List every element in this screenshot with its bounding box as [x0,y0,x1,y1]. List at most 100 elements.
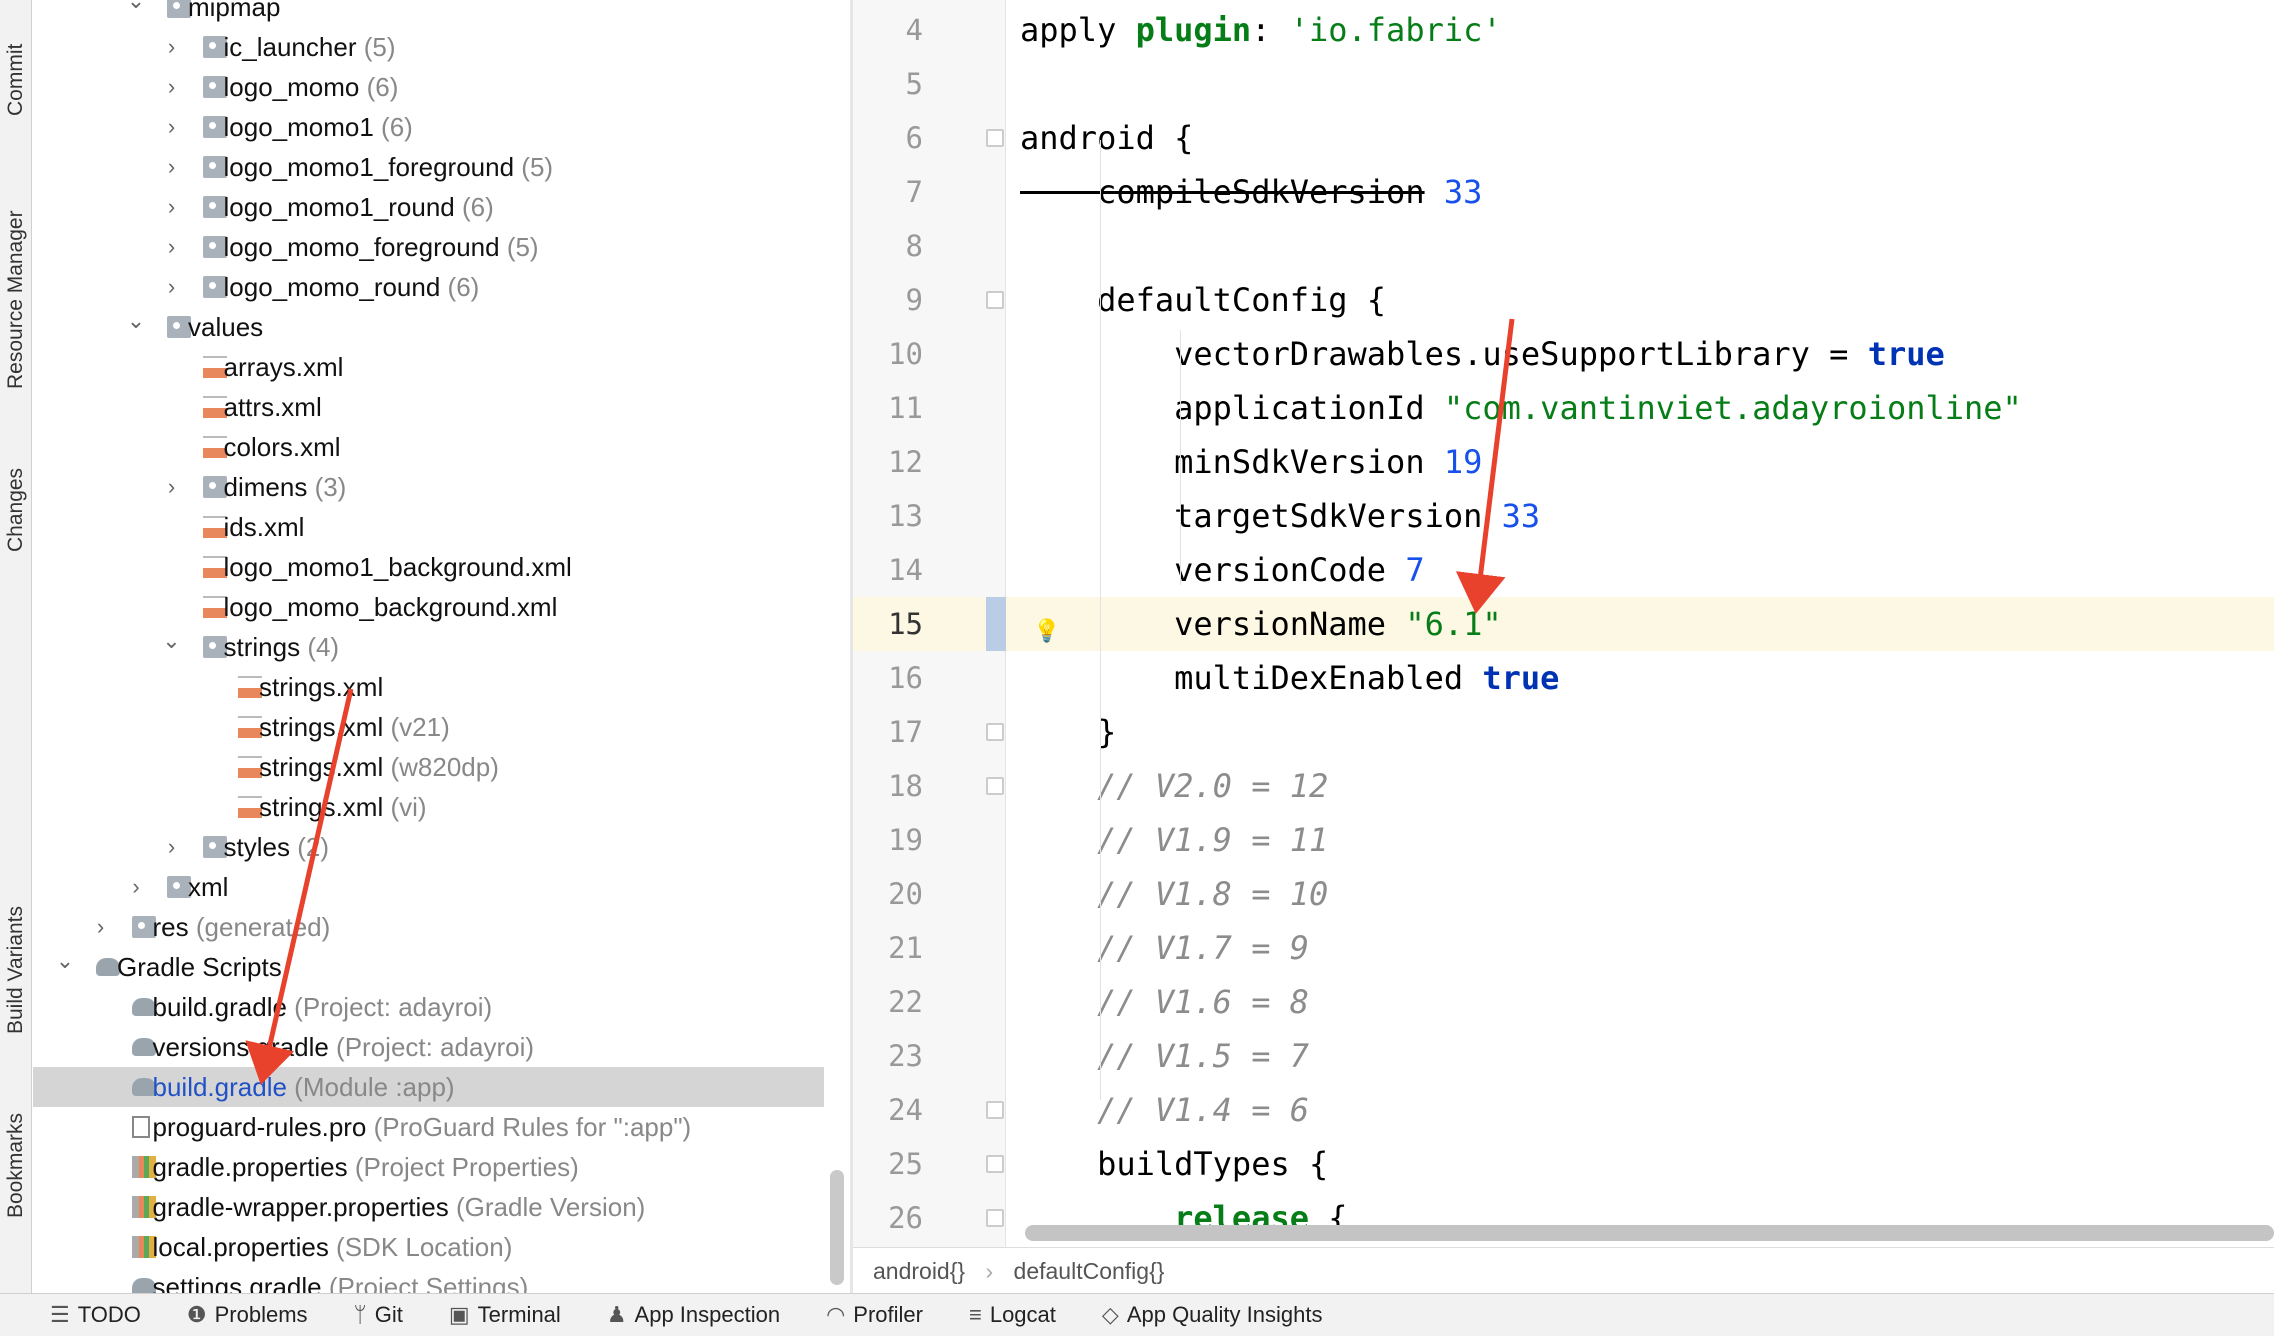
tree-item[interactable]: strings.xml [33,667,824,707]
code-line[interactable]: 18 // V2.0 = 12 [853,759,2274,813]
code-line[interactable]: 14 versionCode 7 [853,543,2274,597]
tree-item[interactable]: versions.gradle (Project: adayroi) [33,1027,824,1067]
code-line[interactable]: 16 multiDexEnabled true [853,651,2274,705]
tree-item[interactable]: › xml [33,867,824,907]
tree-item[interactable]: › logo_momo1_round (6) [33,187,824,227]
tool-window-terminal[interactable]: ▣ Terminal [449,1294,561,1336]
line-number: 8 [905,229,923,263]
tool-window-logcat[interactable]: ≡ Logcat [969,1294,1056,1336]
tree-item[interactable]: strings.xml (w820dp) [33,747,824,787]
chevron-right-icon[interactable]: › [162,147,182,187]
tree-item[interactable]: strings.xml (v21) [33,707,824,747]
code-line[interactable]: 23 // V1.5 = 7 [853,1029,2274,1083]
code-line[interactable]: 6 android { [853,111,2274,165]
tree-item[interactable]: › logo_momo_round (6) [33,267,824,307]
tree-item[interactable]: ids.xml [33,507,824,547]
tree-item[interactable]: › logo_momo1 (6) [33,107,824,147]
tree-item[interactable]: gradle-wrapper.properties (Gradle Versio… [33,1187,824,1227]
code-line[interactable]: 19 // V1.9 = 11 [853,813,2274,867]
code-line[interactable]: 8 [853,219,2274,273]
tree-item[interactable]: gradle.properties (Project Properties) [33,1147,824,1187]
tree-item[interactable]: ⌄ Gradle Scripts [33,947,824,987]
tree-item[interactable]: settings.gradle (Project Settings) [33,1267,824,1293]
chevron-down-icon[interactable]: ⌄ [55,941,75,981]
tree-item[interactable]: › res (generated) [33,907,824,947]
code-line[interactable]: 7 compileSdkVersion 33 [853,165,2274,219]
tree-item[interactable]: build.gradle (Project: adayroi) [33,987,824,1027]
code-line[interactable]: 15 💡 versionName "6.1" [853,597,2274,651]
fold-marker-icon[interactable] [986,777,1004,795]
code-line[interactable]: 4 apply plugin: 'io.fabric' [853,3,2274,57]
fold-marker-icon[interactable] [986,1209,1004,1227]
chevron-right-icon[interactable]: › [162,267,182,307]
code-line[interactable]: 22 // V1.6 = 8 [853,975,2274,1029]
chevron-right-icon[interactable]: › [126,867,146,907]
tool-window-app-quality-insights[interactable]: ◇ App Quality Insights [1102,1294,1323,1336]
tool-window-changes[interactable]: Changes [0,455,32,565]
chevron-down-icon[interactable]: ⌄ [162,621,182,661]
chevron-right-icon[interactable]: › [162,467,182,507]
chevron-right-icon[interactable]: › [162,107,182,147]
fold-marker-icon[interactable] [986,1155,1004,1173]
tree-item[interactable]: attrs.xml [33,387,824,427]
code-line[interactable]: 13 targetSdkVersion 33 [853,489,2274,543]
tree-item[interactable]: › ic_launcher (5) [33,27,824,67]
tree-item-name: settings.gradle [152,1272,322,1293]
breadcrumb-item[interactable]: defaultConfig{} [1014,1258,1165,1284]
indent-guide [1100,140,1101,1100]
chevron-right-icon[interactable]: › [162,187,182,227]
code-line[interactable]: 17 } [853,705,2274,759]
tool-window-commit[interactable]: Commit [0,20,32,140]
tree-item[interactable]: logo_momo_background.xml [33,587,824,627]
tool-window-todo[interactable]: ☰ TODO [50,1294,141,1336]
fold-marker-icon[interactable] [986,129,1004,147]
tree-item[interactable]: strings.xml (vi) [33,787,824,827]
tree-item[interactable]: arrays.xml [33,347,824,387]
fold-marker-icon[interactable] [986,723,1004,741]
tree-item[interactable]: › dimens (3) [33,467,824,507]
tree-item[interactable]: › styles (2) [33,827,824,867]
code-line[interactable]: 9 defaultConfig { [853,273,2274,327]
fold-marker-icon[interactable] [986,1101,1004,1119]
tree-item[interactable]: › logo_momo (6) [33,67,824,107]
chevron-right-icon[interactable]: › [162,27,182,67]
tree-item[interactable]: ⌄ strings (4) [33,627,824,667]
tool-window-profiler[interactable]: ◠ Profiler [826,1294,923,1336]
tree-item-hint: (v21) [390,712,450,742]
code-line[interactable]: 21 // V1.7 = 9 [853,921,2274,975]
tree-item[interactable]: › logo_momo1_foreground (5) [33,147,824,187]
chevron-right-icon[interactable]: › [162,227,182,267]
code-line[interactable]: 20 // V1.8 = 10 [853,867,2274,921]
code-line[interactable]: 12 minSdkVersion 19 [853,435,2274,489]
code-line[interactable]: 10 vectorDrawables.useSupportLibrary = t… [853,327,2274,381]
chevron-down-icon[interactable]: ⌄ [126,0,146,21]
tool-window-problems[interactable]: ❶ Problems [187,1294,308,1336]
code-line[interactable]: 11 applicationId "com.vantinviet.adayroi… [853,381,2274,435]
tool-window-app-inspection[interactable]: ♟ App Inspection [607,1294,780,1336]
tree-item[interactable]: proguard-rules.pro (ProGuard Rules for "… [33,1107,824,1147]
breadcrumb-item[interactable]: android{} [873,1258,965,1284]
chevron-right-icon[interactable]: › [162,67,182,107]
code-line[interactable]: 5 [853,57,2274,111]
tool-window-bookmarks[interactable]: Bookmarks [0,1090,32,1240]
tree-item[interactable]: colors.xml [33,427,824,467]
tree-item[interactable]: build.gradle (Module :app) [33,1067,824,1107]
editor-horizontal-scrollbar[interactable] [1025,1225,2274,1241]
tool-window-git[interactable]: ᛘ Git [354,1294,403,1336]
tree-scrollbar[interactable] [830,1170,844,1285]
tree-item[interactable]: local.properties (SDK Location) [33,1227,824,1267]
tool-window-resource-manager[interactable]: Resource Manager [0,190,32,410]
tree-item[interactable]: logo_momo1_background.xml [33,547,824,587]
fold-marker-icon[interactable] [986,291,1004,309]
tool-window-build-variants[interactable]: Build Variants [0,880,32,1060]
tree-item[interactable]: › logo_momo_foreground (5) [33,227,824,267]
code-line[interactable]: 24 // V1.4 = 6 [853,1083,2274,1137]
code-line[interactable]: 25 buildTypes { [853,1137,2274,1191]
chevron-right-icon[interactable]: › [91,907,111,947]
chevron-right-icon[interactable]: › [162,827,182,867]
tree-item[interactable]: ⌄ mipmap [33,0,824,27]
tree-item[interactable]: ⌄ values [33,307,824,347]
code-text: buildTypes { [1020,1137,1328,1191]
code-editor[interactable]: 4 apply plugin: 'io.fabric' 5 6 android {7 c… [853,0,2274,1247]
chevron-down-icon[interactable]: ⌄ [126,301,146,341]
